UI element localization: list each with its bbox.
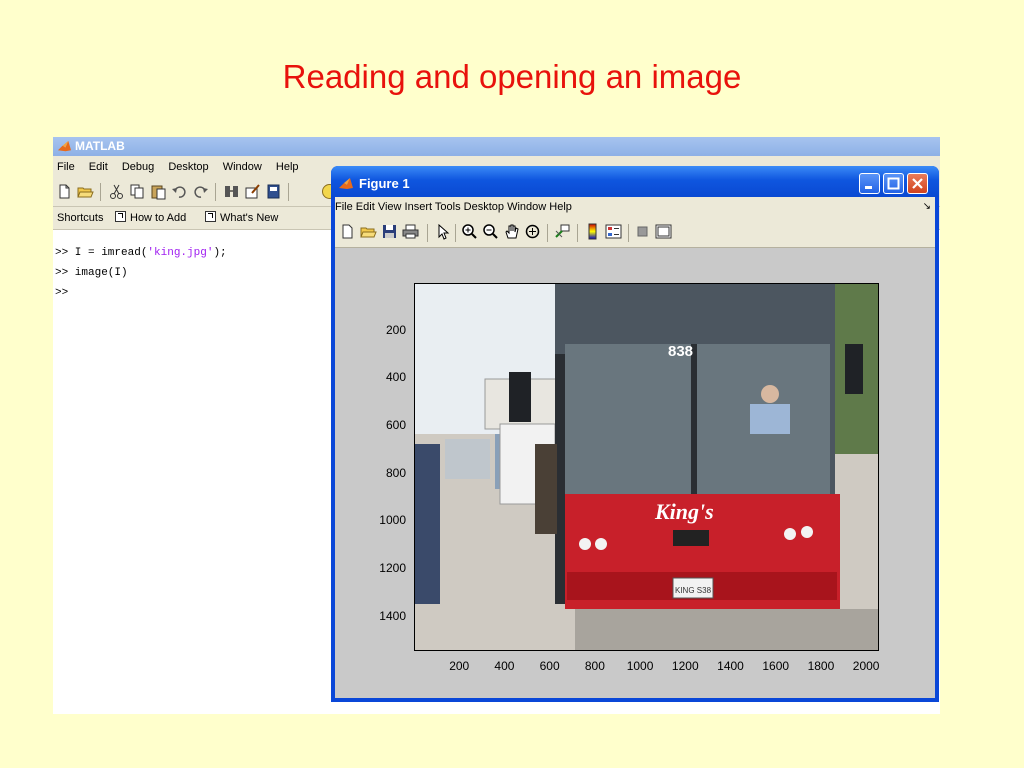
fig-menu-help[interactable]: Help [549, 201, 572, 213]
simulink-icon[interactable] [223, 183, 240, 200]
fig-menu-edit[interactable]: Edit [356, 201, 375, 213]
shortcuts-label[interactable]: Shortcuts [57, 207, 103, 229]
close-button[interactable] [907, 173, 928, 194]
colorbar-icon[interactable] [584, 223, 601, 240]
matlab-titlebar[interactable]: MATLAB [53, 137, 940, 156]
zoom-in-icon[interactable] [461, 223, 478, 240]
profiler-icon[interactable] [265, 183, 282, 200]
fig-menu-view[interactable]: View [378, 201, 402, 213]
show-plot-tools-icon[interactable] [655, 223, 672, 240]
paste-icon[interactable] [150, 183, 167, 200]
fig-menu-desktop[interactable]: Desktop [464, 201, 504, 213]
bus-brand: King's [654, 499, 714, 524]
whats-new-link[interactable]: What's New [205, 207, 278, 229]
matlab-logo-icon [339, 178, 353, 189]
dock-arrow-icon[interactable]: ↘ [923, 197, 931, 217]
y-tick-label: 600 [385, 417, 406, 432]
command-prompt[interactable]: >> [55, 283, 227, 303]
close-icon [912, 178, 923, 189]
menu-edit[interactable]: Edit [89, 161, 108, 173]
bus-number: 838 [668, 343, 693, 360]
guide-icon[interactable] [244, 183, 261, 200]
how-to-add-link[interactable]: How to Add [115, 207, 186, 229]
whats-new-label: What's New [220, 212, 279, 224]
menu-debug[interactable]: Debug [122, 161, 154, 173]
string-literal: 'king.jpg' [147, 247, 214, 259]
y-tick-label: 1200 [379, 560, 406, 575]
matlab-logo-icon [57, 140, 72, 152]
cut-icon[interactable] [108, 183, 125, 200]
menu-window[interactable]: Window [223, 161, 262, 173]
redo-icon[interactable] [192, 183, 209, 200]
print-icon[interactable] [402, 223, 419, 240]
new-figure-icon[interactable] [339, 223, 356, 240]
fig-menu-tools[interactable]: Tools [435, 201, 461, 213]
command-window[interactable]: >> I = imread('king.jpg'); >> image(I) >… [55, 243, 227, 303]
undo-icon[interactable] [171, 183, 188, 200]
y-tick-label: 400 [385, 370, 406, 385]
pointer-icon[interactable] [434, 223, 451, 240]
pan-hand-icon[interactable] [503, 223, 520, 240]
data-cursor-icon[interactable] [554, 223, 571, 240]
hide-plot-tools-icon[interactable] [634, 223, 651, 240]
fig-menu-insert[interactable]: Insert [405, 201, 433, 213]
open-file-icon[interactable] [360, 223, 377, 240]
x-tick-label: 2000 [852, 659, 880, 673]
rotate-3d-icon[interactable] [524, 223, 541, 240]
y-tick-label: 1400 [379, 608, 406, 623]
command-line-2: >> image(I) [55, 267, 128, 279]
x-tick-label: 400 [494, 659, 515, 673]
menu-help[interactable]: Help [276, 161, 299, 173]
maximize-button[interactable] [883, 173, 904, 194]
x-tick-label: 1800 [807, 659, 835, 673]
y-tick-label: 1000 [379, 513, 406, 528]
minimize-icon [865, 186, 872, 189]
y-tick-label: 800 [385, 465, 406, 480]
bus-photo: 838 King's KING S38 [415, 284, 878, 650]
figure-window: Figure 1 File Edit View Insert Tools Des… [331, 166, 939, 702]
shortcut-arrow-icon [205, 211, 216, 222]
y-tick-label: 200 [385, 322, 406, 337]
figure-titlebar[interactable]: Figure 1 [331, 166, 939, 197]
new-file-icon[interactable] [56, 183, 73, 200]
minimize-button[interactable] [859, 173, 880, 194]
zoom-out-icon[interactable] [482, 223, 499, 240]
x-tick-label: 200 [449, 659, 470, 673]
x-tick-label: 1200 [671, 659, 699, 673]
how-to-add-label: How to Add [130, 212, 187, 224]
figure-client: File Edit View Insert Tools Desktop Wind… [335, 197, 935, 698]
maximize-icon [887, 177, 900, 190]
x-tick-label: 800 [584, 659, 605, 673]
x-tick-label: 1000 [626, 659, 654, 673]
x-tick-label: 1600 [762, 659, 790, 673]
command-line-1: >> I = imread('king.jpg'); [55, 247, 227, 259]
x-tick-label: 600 [539, 659, 560, 673]
menu-file[interactable]: File [57, 161, 75, 173]
figure-menubar: File Edit View Insert Tools Desktop Wind… [335, 197, 935, 217]
open-folder-icon[interactable] [77, 183, 94, 200]
image-axes[interactable]: 838 King's KING S38 [414, 283, 879, 651]
shortcut-arrow-icon [115, 211, 126, 222]
figure-toolbar [335, 217, 935, 248]
copy-icon[interactable] [129, 183, 146, 200]
menu-desktop[interactable]: Desktop [168, 161, 208, 173]
x-tick-label: 1400 [717, 659, 744, 673]
fig-menu-file[interactable]: File [335, 201, 353, 213]
license-plate: KING S38 [675, 586, 712, 595]
matlab-title: MATLAB [75, 139, 125, 153]
fig-menu-window[interactable]: Window [507, 201, 546, 213]
slide-title: Reading and opening an image [282, 58, 742, 95]
legend-icon[interactable] [605, 223, 622, 240]
save-icon[interactable] [381, 223, 398, 240]
